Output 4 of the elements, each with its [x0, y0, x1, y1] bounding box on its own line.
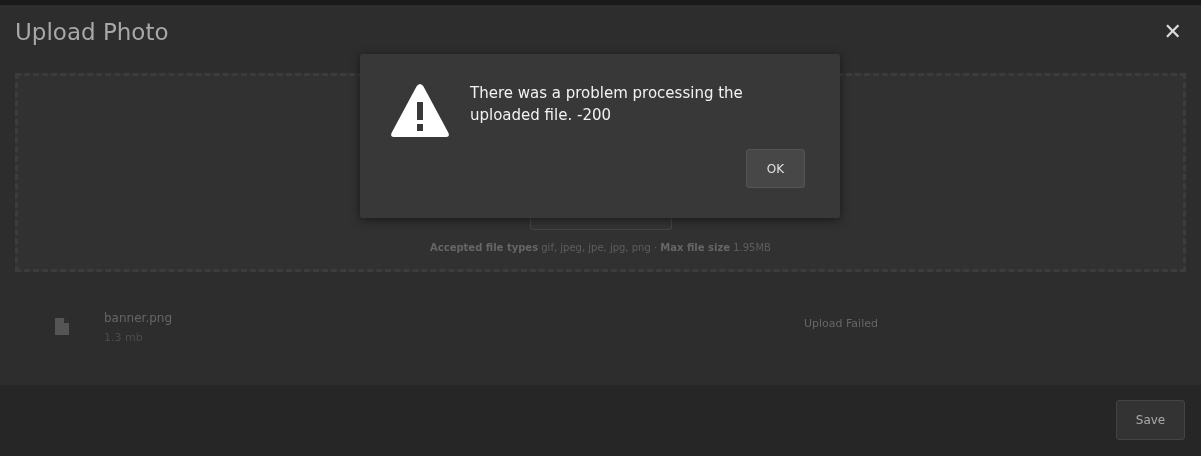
file-name: banner.png	[104, 310, 174, 326]
error-message: There was a problem processing the uploaded file. -200	[470, 83, 744, 126]
dialog-title: Upload Photo	[15, 19, 169, 47]
upload-status: Upload Failed	[804, 316, 878, 332]
